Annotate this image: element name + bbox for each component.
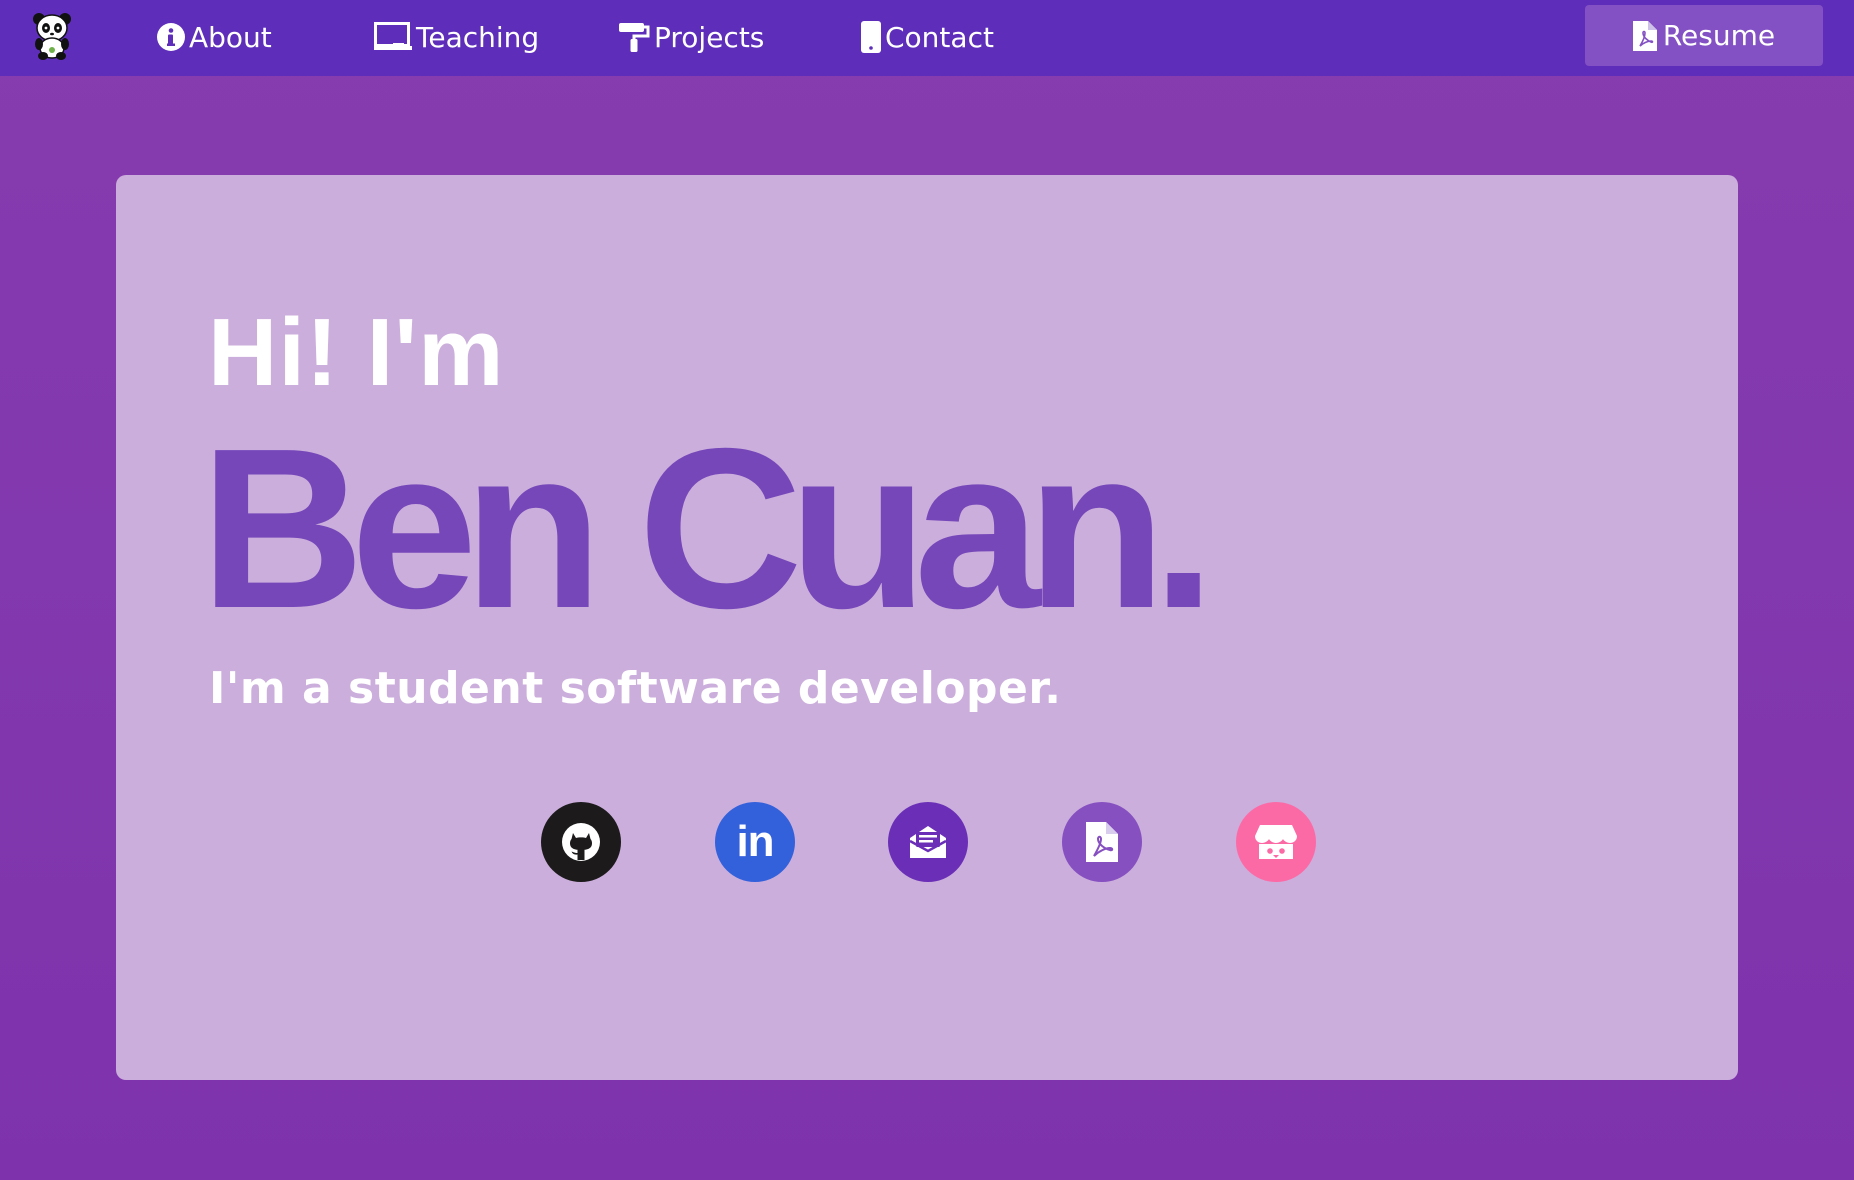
panda-logo-icon[interactable] <box>30 10 74 60</box>
nav-about[interactable]: About <box>157 0 272 74</box>
nav-contact-label: Contact <box>885 20 994 54</box>
nav-about-label: About <box>189 20 272 54</box>
linkedin-icon: in <box>736 817 774 866</box>
nav-teaching-label: Teaching <box>416 20 540 54</box>
nav-contact[interactable]: Contact <box>861 0 994 74</box>
nav-projects[interactable]: Projects <box>618 0 764 74</box>
github-button[interactable] <box>541 802 621 882</box>
resume-pdf-button[interactable] <box>1062 802 1142 882</box>
nav-projects-label: Projects <box>654 20 765 54</box>
email-button[interactable] <box>888 802 968 882</box>
resume-button-label: Resume <box>1662 19 1776 52</box>
nav-teaching[interactable]: Teaching <box>374 0 539 74</box>
itch-io-store-icon <box>1254 823 1298 861</box>
info-circle-icon <box>157 23 185 51</box>
linkedin-button[interactable]: in <box>715 802 795 882</box>
mobile-phone-icon <box>861 21 881 53</box>
github-icon <box>560 821 602 863</box>
paint-roller-icon <box>618 21 650 53</box>
hero-card: Hi! I'm Ben Cuan. I'm a student software… <box>116 175 1738 1080</box>
file-pdf-icon <box>1086 822 1118 862</box>
envelope-open-text-icon <box>907 823 949 861</box>
hero-greeting: Hi! I'm <box>208 299 505 406</box>
itch-io-button[interactable] <box>1236 802 1316 882</box>
chalkboard-icon <box>374 22 412 52</box>
file-pdf-icon <box>1632 20 1657 51</box>
resume-button[interactable]: Resume <box>1585 5 1823 66</box>
top-navbar: About Teaching Projects Contact Resume <box>0 0 1854 76</box>
hero-name: Ben Cuan. <box>200 402 1215 656</box>
hero-subtitle: I'm a student software developer. <box>209 663 1062 714</box>
